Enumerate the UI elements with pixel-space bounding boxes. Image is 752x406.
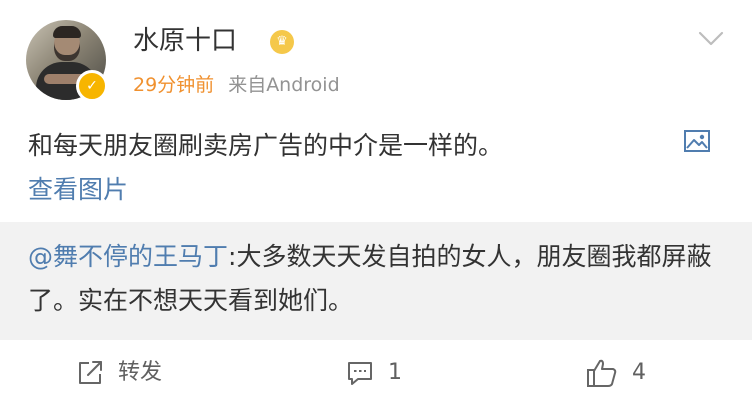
mention-link[interactable]: @舞不停的王马丁 — [28, 242, 228, 271]
comment-icon — [348, 362, 372, 385]
post-meta: 29分钟前 来自Android — [133, 72, 340, 98]
more-options-button[interactable] — [694, 24, 728, 54]
chevron-down-icon — [698, 31, 724, 46]
image-icon[interactable] — [683, 128, 711, 154]
comment-count: 1 — [388, 360, 402, 385]
post-time: 29分钟前 — [133, 74, 215, 96]
repost-button[interactable]: 转发 — [76, 340, 162, 406]
comment-button[interactable]: 1 — [346, 340, 402, 406]
post-text: 和每天朋友圈刷卖房广告的中介是一样的。 — [28, 131, 504, 160]
view-images-link[interactable]: 查看图片 — [28, 168, 728, 212]
reposted-content[interactable]: @舞不停的王马丁:大多数天天发自拍的女人，朋友圈我都屏蔽了。实在不想天天看到她们… — [0, 222, 752, 340]
member-badge-icon[interactable]: ♛ — [270, 30, 294, 54]
repost-icon — [79, 361, 102, 384]
thumbs-up-icon — [587, 359, 617, 387]
repost-text: @舞不停的王马丁:大多数天天发自拍的女人，朋友圈我都屏蔽了。实在不想天天看到她们… — [28, 235, 728, 323]
v-badge-icon: ✓ — [76, 70, 108, 102]
repost-label: 转发 — [118, 360, 163, 385]
author-name[interactable]: 水原十口 — [133, 24, 237, 58]
weibo-post-card: ✓ 水原十口 ♛ 29分钟前 来自Android 和每天朋友圈刷卖房广告的中介是一… — [0, 0, 752, 406]
post-source: 来自Android — [228, 74, 340, 96]
like-count: 4 — [632, 360, 646, 385]
like-button[interactable]: 4 — [586, 340, 646, 406]
post-content: 和每天朋友圈刷卖房广告的中介是一样的。 查看图片 — [28, 124, 728, 212]
avatar[interactable]: ✓ — [26, 20, 108, 102]
action-bar: 转发 1 4 — [0, 340, 752, 406]
